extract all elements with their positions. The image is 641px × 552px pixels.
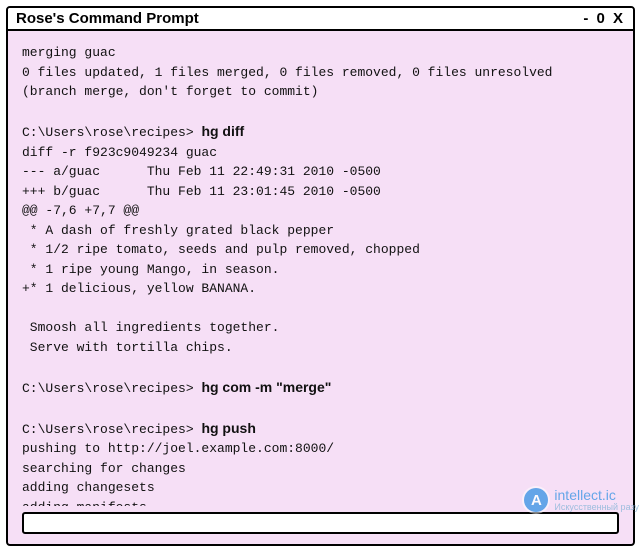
window-title: Rose's Command Prompt [16, 10, 199, 27]
terminal-output: merging guac 0 files updated, 1 files me… [8, 31, 633, 506]
command-commit: hg com -m "merge" [201, 379, 331, 395]
out-line: +* 1 delicious, yellow BANANA. [22, 281, 256, 296]
titlebar: Rose's Command Prompt - 0 X [8, 8, 633, 31]
prompt: C:\Users\rose\recipes> [22, 125, 201, 140]
out-line: * A dash of freshly grated black pepper [22, 223, 334, 238]
out-line: diff -r f923c9049234 guac [22, 145, 217, 160]
terminal-window: Rose's Command Prompt - 0 X merging guac… [6, 6, 635, 546]
command-input-row [22, 512, 619, 534]
command-push: hg push [201, 420, 255, 436]
window-controls[interactable]: - 0 X [583, 10, 625, 27]
out-line: +++ b/guac Thu Feb 11 23:01:45 2010 -050… [22, 184, 381, 199]
out-line: adding manifests [22, 500, 147, 507]
out-line: @@ -7,6 +7,7 @@ [22, 203, 139, 218]
out-line: 0 files updated, 1 files merged, 0 files… [22, 65, 553, 80]
out-line: Smoosh all ingredients together. [22, 320, 279, 335]
out-line: searching for changes [22, 461, 186, 476]
command-diff: hg diff [201, 123, 244, 139]
out-line: pushing to http://joel.example.com:8000/ [22, 441, 334, 456]
prompt: C:\Users\rose\recipes> [22, 422, 201, 437]
out-line: * 1/2 ripe tomato, seeds and pulp remove… [22, 242, 420, 257]
out-line: (branch merge, don't forget to commit) [22, 84, 318, 99]
out-line: --- a/guac Thu Feb 11 22:49:31 2010 -050… [22, 164, 381, 179]
out-line: Serve with tortilla chips. [22, 340, 233, 355]
command-input[interactable] [22, 512, 619, 534]
out-line: adding changesets [22, 480, 155, 495]
out-line: * 1 ripe young Mango, in season. [22, 262, 279, 277]
out-line: merging guac [22, 45, 116, 60]
prompt: C:\Users\rose\recipes> [22, 381, 201, 396]
